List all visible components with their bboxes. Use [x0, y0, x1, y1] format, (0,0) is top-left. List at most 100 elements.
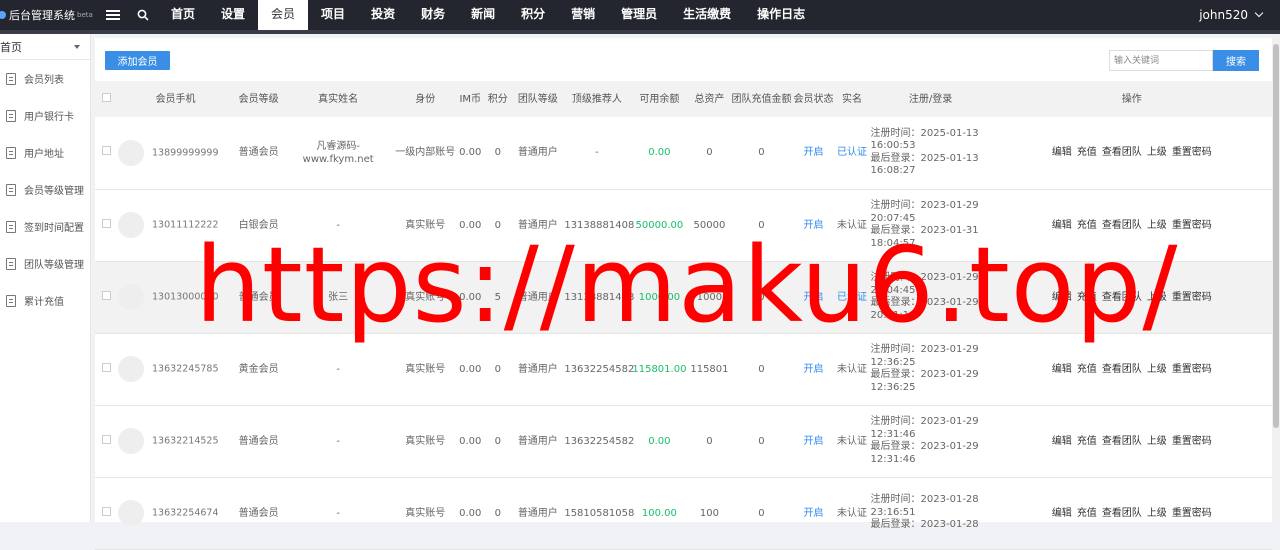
user-menu[interactable]: john520 [1199, 0, 1264, 30]
edit-link[interactable]: 编辑 [1052, 220, 1072, 231]
superior-link[interactable]: 上级 [1147, 436, 1167, 447]
im-coin: 0.00 [459, 507, 482, 519]
app-title: 后台管理系统 [9, 9, 75, 22]
recharge-link[interactable]: 充值 [1077, 220, 1097, 231]
real-name: 张三 [328, 291, 349, 303]
nav-item[interactable]: 投资 [358, 0, 408, 30]
sidebar-item[interactable]: 签到时间配置 [0, 208, 90, 245]
row-checkbox[interactable] [101, 506, 111, 516]
view-team-link[interactable]: 查看团队 [1102, 147, 1142, 158]
nav-item[interactable]: 积分 [508, 0, 558, 30]
member-phone: 13013000000 [152, 291, 219, 303]
nav-item[interactable]: 财务 [408, 0, 458, 30]
superior-link[interactable]: 上级 [1147, 220, 1167, 231]
nav-item[interactable]: 项目 [308, 0, 358, 30]
nav-item[interactable]: 会员 [258, 0, 309, 30]
sidebar-item[interactable]: 团队等级管理 [0, 245, 90, 282]
keyword-search-input[interactable] [1109, 50, 1213, 71]
nav-item[interactable]: 设置 [208, 0, 258, 30]
nav-item[interactable]: 首页 [158, 0, 208, 30]
row-checkbox[interactable] [101, 146, 111, 156]
table-row: 13632254674 普通会员 - 真实账号 0.00 0 普通用户 15810581058… [95, 477, 1272, 549]
sidebar-item[interactable]: 会员等级管理 [0, 171, 90, 208]
nav-item[interactable]: 管理员 [608, 0, 670, 30]
view-team-link[interactable]: 查看团队 [1102, 364, 1142, 375]
recharge-link[interactable]: 充值 [1077, 292, 1097, 303]
reset-password-link[interactable]: 重置密码 [1172, 508, 1212, 519]
superior-link[interactable]: 上级 [1147, 364, 1167, 375]
row-checkbox-cell[interactable] [95, 405, 117, 477]
view-team-link[interactable]: 查看团队 [1102, 508, 1142, 519]
sidebar-item[interactable]: 会员列表 [0, 60, 90, 97]
sidebar-item[interactable]: 累计充值 [0, 282, 90, 319]
total-assets: 0 [706, 147, 713, 159]
edit-link[interactable]: 编辑 [1052, 364, 1072, 375]
register-login-cell: 注册时间：2023-01-28 23:16:51 最后登录：2023-01-28 [870, 477, 992, 549]
edit-link[interactable]: 编辑 [1052, 292, 1072, 303]
app-logo[interactable]: 后台管理系统 beta [0, 0, 98, 30]
register-login-cell: 注册时间：2023-01-29 12:36:25 最后登录：2023-01-29 … [870, 333, 992, 405]
row-checkbox-cell[interactable] [95, 189, 117, 261]
reset-password-link[interactable]: 重置密码 [1172, 220, 1212, 231]
edit-link[interactable]: 编辑 [1052, 436, 1072, 447]
view-team-link[interactable]: 查看团队 [1102, 436, 1142, 447]
superior-link[interactable]: 上级 [1147, 508, 1167, 519]
member-status-toggle[interactable]: 开启 [793, 333, 835, 405]
row-checkbox-cell[interactable] [95, 261, 117, 333]
register-time: 注册时间：2023-01-29 12:31:46 [870, 416, 979, 440]
menu-toggle-button[interactable] [98, 0, 128, 30]
member-status-toggle[interactable]: 开启 [793, 477, 835, 549]
sidebar-item[interactable]: 用户银行卡 [0, 97, 90, 134]
row-checkbox[interactable] [101, 362, 111, 372]
member-status-toggle[interactable]: 开启 [793, 189, 835, 261]
reset-password-link[interactable]: 重置密码 [1172, 364, 1212, 375]
scrollbar-thumb[interactable] [1273, 44, 1279, 428]
register-time: 注册时间：2023-01-29 20:04:45 [870, 272, 979, 296]
superior-link[interactable]: 上级 [1147, 147, 1167, 158]
member-phone-cell: 13013000000 [117, 261, 234, 333]
add-member-button[interactable]: 添加会员 [105, 51, 170, 70]
page-scrollbar[interactable] [1272, 34, 1280, 522]
nav-item[interactable]: 新闻 [458, 0, 508, 30]
available-balance: 50000.00 [635, 219, 684, 231]
table-row: 13632245785 黄金会员 - 真实账号 0.00 0 普通用户 13632254582… [95, 333, 1272, 405]
recharge-link[interactable]: 充值 [1077, 436, 1097, 447]
recharge-link[interactable]: 充值 [1077, 364, 1097, 375]
nav-item[interactable]: 生活缴费 [670, 0, 744, 30]
reset-password-link[interactable]: 重置密码 [1172, 292, 1212, 303]
reset-password-link[interactable]: 重置密码 [1172, 436, 1212, 447]
row-checkbox[interactable] [101, 218, 111, 228]
edit-link[interactable]: 编辑 [1052, 508, 1072, 519]
select-all-checkbox[interactable] [101, 92, 111, 102]
table-row: 13013000000 普通会员 张三 真实账号 0.00 5 普通用户 1313888140… [95, 261, 1272, 333]
edit-link[interactable]: 编辑 [1052, 147, 1072, 158]
recharge-link[interactable]: 充值 [1077, 147, 1097, 158]
view-team-link[interactable]: 查看团队 [1102, 220, 1142, 231]
search-button[interactable]: 搜索 [1213, 50, 1259, 71]
member-phone: 13011112222 [152, 219, 219, 231]
member-status-toggle[interactable]: 开启 [793, 405, 835, 477]
col-header: 会员等级 [238, 93, 279, 105]
reset-password-link[interactable]: 重置密码 [1172, 147, 1212, 158]
recharge-link[interactable]: 充值 [1077, 508, 1097, 519]
realname-status: 未认证 [837, 219, 868, 231]
select-all-checkbox-cell[interactable] [95, 81, 117, 117]
sidebar-section-select[interactable]: 首页 [0, 34, 90, 60]
superior-link[interactable]: 上级 [1147, 292, 1167, 303]
row-checkbox[interactable] [101, 290, 111, 300]
member-status-toggle[interactable]: 开启 [793, 261, 835, 333]
sidebar-item[interactable]: 用户地址 [0, 134, 90, 171]
avatar [118, 212, 145, 238]
member-status-toggle[interactable]: 开启 [793, 117, 835, 189]
global-search-button[interactable] [128, 0, 158, 30]
nav-item[interactable]: 操作日志 [744, 0, 818, 30]
member-phone-cell: 13899999999 [117, 117, 234, 189]
row-checkbox-cell[interactable] [95, 477, 117, 549]
row-checkbox-cell[interactable] [95, 117, 117, 189]
nav-item[interactable]: 营销 [558, 0, 608, 30]
view-team-link[interactable]: 查看团队 [1102, 292, 1142, 303]
identity: 真实账号 [405, 435, 446, 447]
row-checkbox-cell[interactable] [95, 333, 117, 405]
member-level: 普通会员 [238, 507, 279, 519]
row-checkbox[interactable] [101, 434, 111, 444]
